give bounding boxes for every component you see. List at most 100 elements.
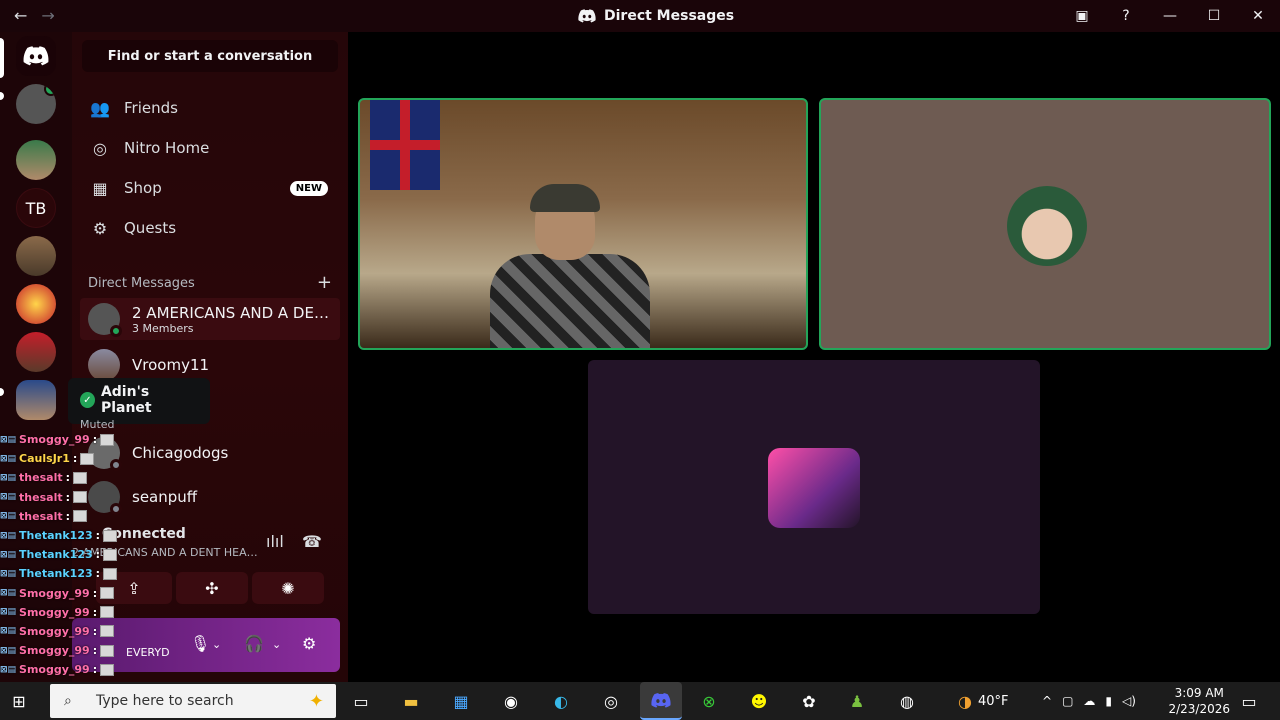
hover-pill (0, 388, 4, 396)
video-tile-avatar[interactable] (819, 98, 1271, 350)
emote-icon (100, 587, 115, 600)
nav-friends[interactable]: 👥 Friends (80, 90, 340, 126)
disconnect-icon[interactable]: ☎ (302, 532, 322, 551)
back-arrow-icon[interactable]: ← (14, 6, 27, 25)
chat-username: Smoggy_99 (19, 644, 90, 658)
chat-line: ⊠▤Smoggy_99: (0, 622, 240, 641)
dm-name: 2 AMERICANS AND A DEN... (132, 303, 332, 322)
badge-icon: ⊠▤ (0, 645, 17, 656)
headphones-icon[interactable]: 🎧 (244, 634, 264, 653)
snapchat-icon[interactable]: ☻ (746, 688, 772, 714)
maximize-icon[interactable]: ☐ (1192, 0, 1236, 32)
server-avatar[interactable] (16, 84, 56, 124)
discord-logo-icon (578, 9, 596, 23)
flag-decoration (370, 100, 440, 190)
soundboard-button[interactable]: ✺ (252, 572, 324, 604)
notifications-icon[interactable]: ▭ (1236, 688, 1262, 714)
server-tb[interactable]: TB (16, 188, 56, 228)
tray-app-icon[interactable]: ▢ (1062, 694, 1073, 708)
emote-icon (100, 433, 115, 446)
server-avatar[interactable] (16, 284, 56, 324)
inbox-icon[interactable]: ▣ (1060, 0, 1104, 32)
settings-gear-icon[interactable]: ⚙ (302, 634, 316, 653)
chat-line: ⊠▤thesalt: (0, 507, 240, 526)
dm-members: 3 Members (132, 321, 194, 335)
recorder-icon[interactable]: ◍ (894, 688, 920, 714)
friends-icon: 👥 (90, 98, 110, 118)
server-avatar[interactable] (16, 140, 56, 180)
system-tray: ^ ▢ ☁ ▮ ◁) (1042, 682, 1136, 720)
nav-label: Friends (124, 99, 178, 117)
nav-quests[interactable]: ⚙ Quests (80, 210, 340, 246)
chat-line: ⊠▤Smoggy_99: (0, 641, 240, 660)
badge-icon: ⊠▤ (0, 530, 17, 541)
task-view-icon[interactable]: ▭ (348, 688, 374, 714)
badge-icon: ⊠▤ (0, 588, 17, 599)
video-tile-muted[interactable] (588, 360, 1040, 614)
chat-username: thesalt (19, 471, 63, 485)
find-conversation-button[interactable]: Find or start a conversation (82, 40, 338, 72)
chevron-up-icon[interactable]: ^ (1042, 694, 1052, 708)
dm-header-label: Direct Messages (88, 276, 195, 291)
nav-label: Shop (124, 179, 162, 197)
server-avatar[interactable] (16, 332, 56, 372)
home-discord-icon[interactable] (16, 36, 56, 76)
chat-username: Smoggy_99 (19, 663, 90, 677)
window-title: Direct Messages (578, 8, 734, 24)
server-avatar[interactable] (16, 236, 56, 276)
chat-line: ⊠▤ Thetank123: (0, 545, 240, 564)
soundboard-icon: ✺ (281, 578, 295, 598)
store-icon[interactable]: ▦ (448, 688, 474, 714)
edge-icon[interactable]: ◐ (548, 688, 574, 714)
badge-icon: ⊠▤ (0, 453, 17, 464)
avatar (88, 303, 122, 337)
app-icon[interactable]: ✿ (796, 688, 822, 714)
nitro-icon: ◎ (93, 138, 107, 158)
emote-icon (100, 606, 115, 619)
close-icon[interactable]: ✕ (1236, 0, 1280, 32)
nav-nitro-home[interactable]: ◎ Nitro Home (80, 130, 340, 166)
video-tile-webcam[interactable] (358, 98, 808, 350)
help-icon[interactable]: ? (1104, 0, 1148, 32)
speaker-icon[interactable]: ◁) (1122, 694, 1136, 708)
chess-icon[interactable]: ♟ (844, 688, 870, 714)
chat-username: Smoggy_99 (19, 586, 90, 600)
file-explorer-icon[interactable]: ▬ (398, 688, 424, 714)
clock-time: 3:09 AM (1174, 686, 1224, 700)
unread-pill (0, 92, 4, 100)
tooltip-title: Adin's Planet (100, 384, 152, 416)
taskbar-search[interactable]: ⌕ Type here to search ✦ (50, 684, 336, 718)
participant-avatar (1007, 186, 1087, 266)
server-adins-planet[interactable] (16, 380, 56, 420)
chat-username: Smoggy_99 (19, 605, 90, 619)
chat-line: ⊠▤Smoggy_99: (0, 430, 240, 449)
chat-line: ⊠▤thesalt: (0, 488, 240, 507)
check-icon: ✓ (80, 392, 95, 408)
badge-icon: ⊠▤ (0, 626, 17, 637)
discord-taskbar-icon[interactable] (640, 682, 682, 720)
audio-options-chevron-icon[interactable]: ⌄ (272, 638, 281, 651)
chat-line: ⊠▤thesalt: (0, 468, 240, 487)
clock[interactable]: 3:09 AM 2/23/2026 (1168, 685, 1230, 717)
badge-icon: ⊠▤ (0, 434, 17, 445)
chat-line: ⊠▤ Thetank123: (0, 564, 240, 583)
steam-icon[interactable]: ◉ (498, 688, 524, 714)
nav-shop[interactable]: ▦ Shop NEW (80, 170, 340, 206)
dm-item-group[interactable]: 2 AMERICANS AND A DEN... 3 Members (80, 298, 340, 340)
badge-icon: ⊠▤ (0, 549, 17, 560)
avatar (88, 349, 120, 381)
noise-suppression-icon[interactable]: ılıl (266, 532, 284, 551)
chat-username: Smoggy_99 (19, 433, 90, 447)
forward-arrow-icon[interactable]: → (41, 6, 54, 25)
xbox-icon[interactable]: ⊗ (696, 688, 722, 714)
battery-icon[interactable]: ▮ (1105, 694, 1112, 708)
onedrive-icon[interactable]: ☁ (1083, 694, 1095, 708)
obs-icon[interactable]: ◎ (598, 688, 624, 714)
create-dm-icon[interactable]: + (317, 272, 332, 293)
minimize-icon[interactable]: — (1148, 0, 1192, 32)
badge-icon: ⊠▤ (0, 511, 17, 522)
weather-widget[interactable]: ◑ 40°F (958, 682, 1009, 720)
search-icon: ⌕ (64, 693, 72, 709)
badge-icon: ⊠▤ (0, 472, 17, 483)
start-icon[interactable]: ⊞ (6, 688, 32, 714)
